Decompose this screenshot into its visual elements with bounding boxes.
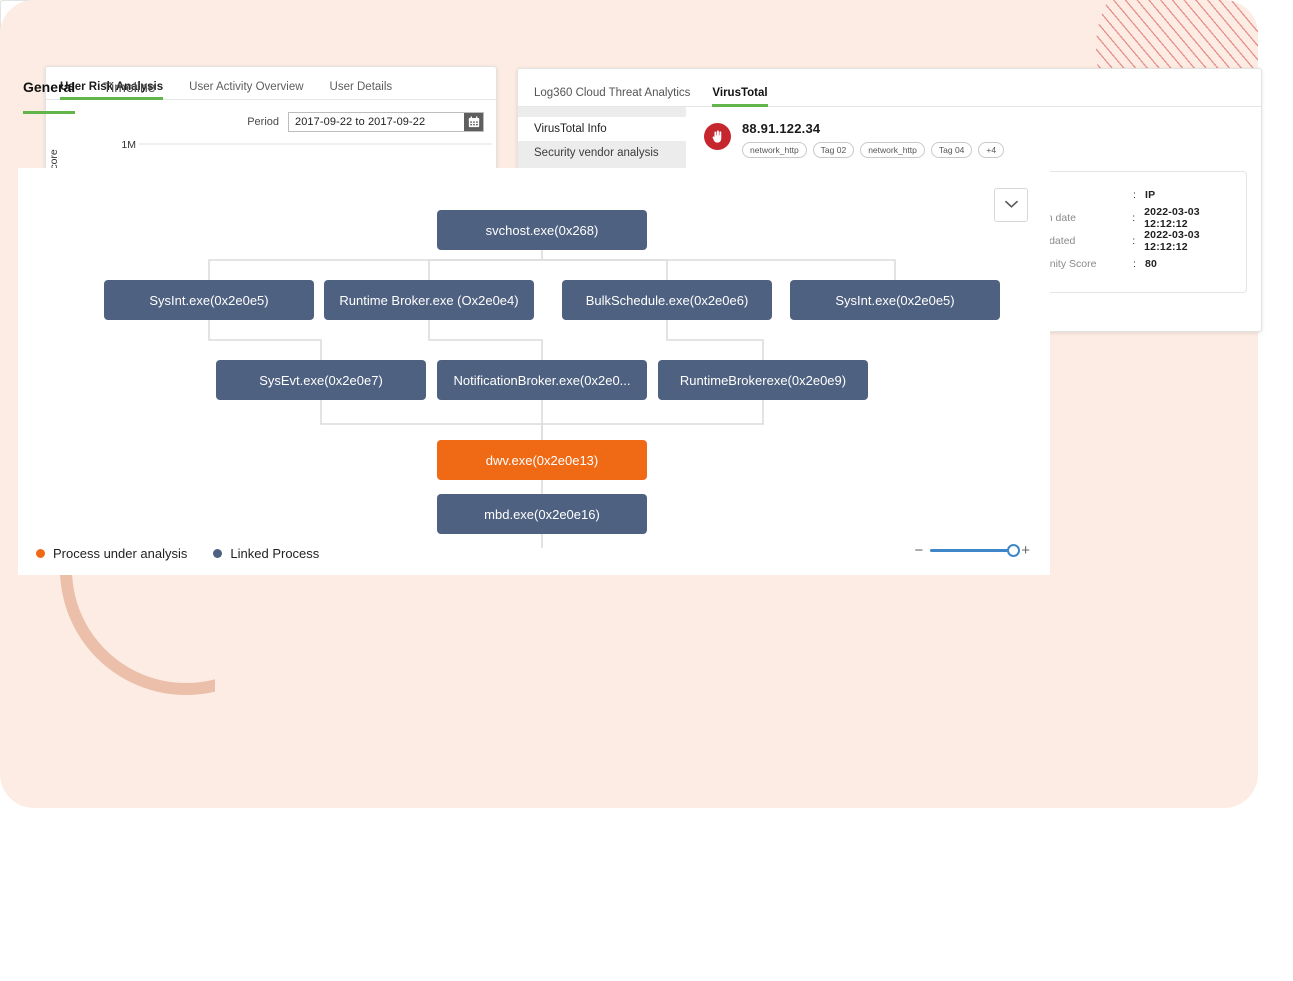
tab-general[interactable]: General: [23, 59, 75, 114]
tag-list: network_http Tag 02 network_http Tag 04 …: [742, 142, 1004, 158]
tab-timeline[interactable]: Timeline: [103, 59, 155, 114]
meta-colon: :: [1133, 189, 1145, 201]
process-node[interactable]: mbd.exe(0x2e0e16): [437, 494, 647, 534]
sidebar-item-security-vendor-analysis[interactable]: Security vendor analysis: [518, 141, 686, 165]
tag-chip[interactable]: network_http: [860, 142, 925, 158]
tag-more-chip[interactable]: +4: [978, 142, 1004, 158]
period-input-group[interactable]: 2017-09-22 to 2017-09-22: [288, 112, 484, 132]
zoom-slider-knob[interactable]: [1007, 544, 1020, 557]
ip-info: 88.91.122.34 network_http Tag 02 network…: [742, 121, 1004, 158]
meta-value: 2022-03-03 12:12:12: [1144, 229, 1246, 253]
tab-virustotal[interactable]: VirusTotal: [712, 87, 767, 106]
legend-item-linked-process: Linked Process: [213, 546, 319, 561]
process-node[interactable]: RuntimeBrokerexe(0x2e0e9): [658, 360, 868, 400]
calendar-icon[interactable]: [464, 113, 483, 131]
sidebar-item-virustotal-info[interactable]: VirusTotal Info: [518, 117, 686, 141]
chart-ytick-0: 1M: [94, 139, 136, 151]
tab-user-activity-overview[interactable]: User Activity Overview: [189, 81, 303, 99]
legend-label: Linked Process: [230, 546, 319, 561]
period-label: Period: [247, 116, 279, 128]
ip-address: 88.91.122.34: [742, 121, 1004, 136]
process-node[interactable]: SysEvt.exe(0x2e0e7): [216, 360, 426, 400]
process-node[interactable]: BulkSchedule.exe(0x2e0e6): [562, 280, 772, 320]
virustotal-tabbar: Log360 Cloud Threat Analytics VirusTotal: [518, 69, 1261, 107]
tab-log360-cloud-threat-analytics[interactable]: Log360 Cloud Threat Analytics: [534, 87, 690, 106]
meta-value: 2022-03-03 12:12:12: [1144, 206, 1246, 230]
tag-chip[interactable]: network_http: [742, 142, 807, 158]
meta-colon: :: [1133, 258, 1145, 270]
process-node[interactable]: svchost.exe(0x268): [437, 210, 647, 250]
process-node[interactable]: dwv.exe(0x2e0e13): [437, 440, 647, 480]
process-node[interactable]: Runtime Broker.exe (Ox2e0e4): [324, 280, 534, 320]
screenshot-root: User Risk Analysis User Activity Overvie…: [0, 0, 1293, 981]
stop-hand-icon: [704, 123, 731, 150]
period-input[interactable]: 2017-09-22 to 2017-09-22: [289, 116, 464, 128]
zoom-slider-track[interactable]: [930, 549, 1014, 552]
chevron-down-icon: [1005, 196, 1018, 214]
zoom-slider-control[interactable]: − +: [914, 542, 1030, 559]
zoom-in-button[interactable]: +: [1021, 542, 1030, 559]
tag-chip[interactable]: Tag 02: [813, 142, 855, 158]
process-node[interactable]: SysInt.exe(0x2e0e5): [790, 280, 1000, 320]
ip-header: 88.91.122.34 network_http Tag 02 network…: [704, 121, 1247, 158]
collapse-button[interactable]: [994, 188, 1028, 222]
legend-item-process-under-analysis: Process under analysis: [36, 546, 187, 561]
meta-colon: :: [1132, 235, 1144, 247]
tag-chip[interactable]: Tag 04: [931, 142, 973, 158]
process-flow-panel: Process Hunting Flow Process under analy…: [17, 133, 1051, 576]
legend-dot-blue: [213, 549, 222, 558]
legend-label: Process under analysis: [53, 546, 187, 561]
process-node[interactable]: NotificationBroker.exe(0x2e0...: [437, 360, 647, 400]
flow-legend: Process under analysis Linked Process: [36, 546, 319, 561]
meta-colon: :: [1132, 212, 1144, 224]
process-node[interactable]: SysInt.exe(0x2e0e5): [104, 280, 314, 320]
meta-value: IP: [1145, 189, 1155, 201]
meta-value: 80: [1145, 258, 1157, 270]
flow-canvas[interactable]: Process under analysis Linked Process − …: [18, 168, 1050, 575]
tab-user-details[interactable]: User Details: [330, 81, 393, 99]
legend-dot-orange: [36, 549, 45, 558]
zoom-out-button[interactable]: −: [914, 542, 923, 559]
